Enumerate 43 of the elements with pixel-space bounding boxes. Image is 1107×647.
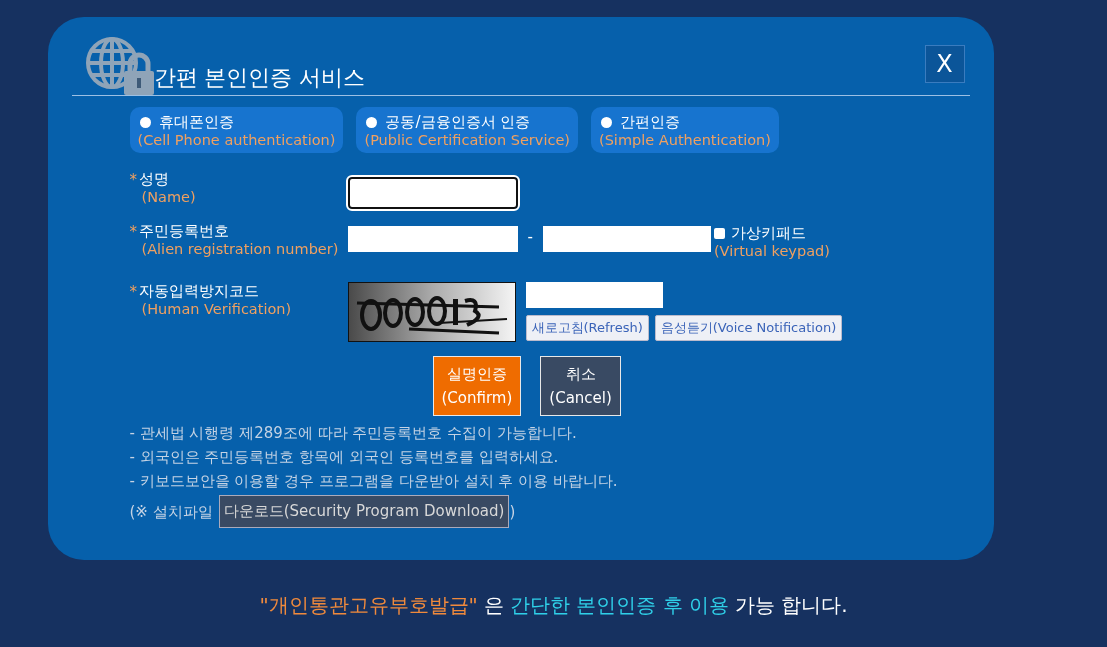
field-sublabel: (Human Verification) [141,301,293,317]
checkbox-label: 가상키패드 [730,224,806,243]
option-sublabel: (Cell Phone authentication) [137,132,336,148]
close-button[interactable]: X [924,45,965,83]
option-sublabel: (Simple Authentication) [599,132,771,148]
cancel-button[interactable]: 취소 (Cancel) [540,356,621,416]
notice-text: - 키보드보안을 이용할 경우 프로그램을 다운받아 설치 후 이용 바랍니다. [129,471,619,492]
checkbox-sublabel: (Virtual keypad) [713,243,830,259]
option-label: 간편인증 [620,113,680,132]
confirm-button[interactable]: 실명인증 (Confirm) [432,356,522,416]
dialog-title: 간편 본인인증 서비스 [153,64,366,92]
captcha-input[interactable] [525,282,663,308]
field-label: 주민등록번호 [139,222,229,241]
captcha-button[interactable]: 음성듣기(Voice Notification) [654,315,843,341]
field-label: 성명 [139,170,169,189]
radio-button[interactable] [139,117,151,128]
registration-input[interactable] [542,226,711,252]
notice-text: - 외국인은 주민등록번호 항목에 외국인 등록번호를 입력하세요. [129,447,560,468]
option-sublabel: (Public Certification Service) [364,132,570,148]
field-sublabel: (Alien registration number) [141,241,340,257]
download-button[interactable]: 다운로드(Security Program Download) [218,495,510,528]
required-mark: * [129,282,137,301]
separator: - [527,228,533,246]
option-label: 공동/금융인증서 인증 [385,113,531,132]
info-sentence: "개인통관고유부호발급" 은 간단한 본인인증 후 이용 가능 합니다. [259,592,848,619]
auth-option[interactable]: 간편인증 (Simple Authentication) [591,107,779,153]
name-input[interactable] [347,177,518,209]
field-label: 자동입력방지코드 [139,282,259,301]
radio-button[interactable] [366,117,378,128]
required-mark: * [129,170,137,189]
notice-text: - 관세법 시행령 제289조에 따라 주민등록번호 수집이 가능합니다. [129,423,578,444]
registration-input[interactable] [347,226,518,252]
required-mark: * [129,222,137,241]
field-sublabel: (Name) [141,189,197,205]
radio-button[interactable] [601,117,612,128]
notice-text: (※ 설치파일 [129,501,213,523]
option-label: 휴대폰인증 [158,113,234,132]
checkbox[interactable] [713,228,725,239]
globe-lock-icon [83,35,156,95]
captcha-button[interactable]: 새로고침(Refresh) [525,315,649,341]
notice-text: ) [509,501,516,523]
auth-option[interactable]: 공동/금융인증서 인증 (Public Certification Service) [356,107,578,153]
auth-option[interactable]: 휴대폰인증 (Cell Phone authentication) [129,107,344,153]
